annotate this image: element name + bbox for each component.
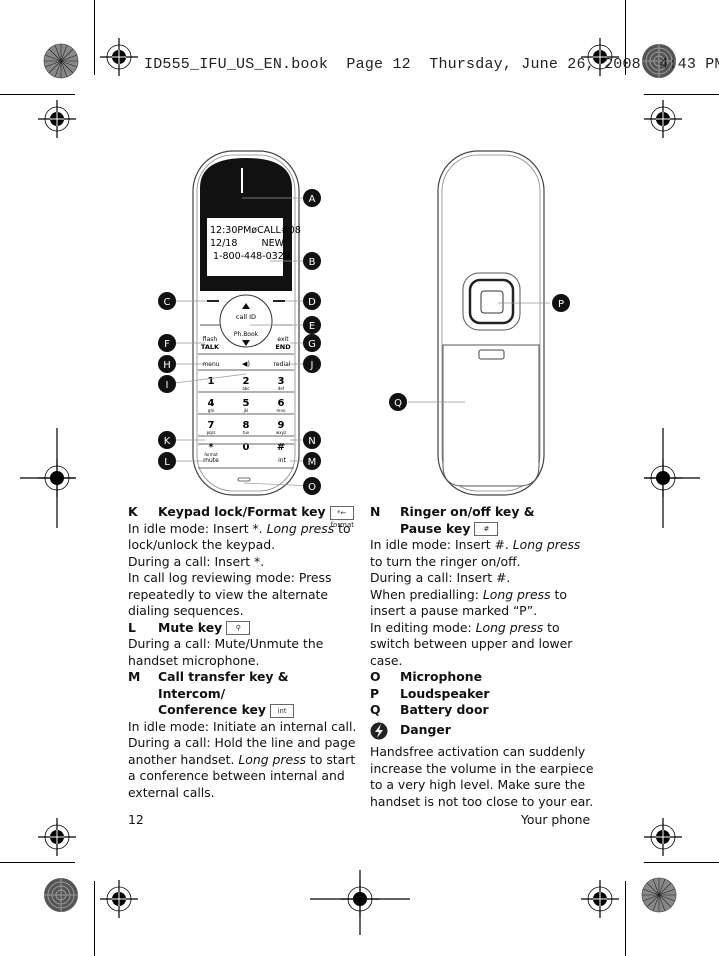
item-n-text-4: In editing mode: Long press to switch be… bbox=[370, 619, 573, 668]
item-o-heading: O Microphone bbox=[370, 669, 482, 684]
ph-book-label: Ph.Book bbox=[234, 331, 259, 338]
end-key: END bbox=[275, 343, 291, 351]
keypad-key-sublabel: abc bbox=[242, 386, 249, 391]
item-k-text-3: In call log reviewing mode: Press repeat… bbox=[128, 570, 332, 618]
lcd-line-3: 1-800-448-0329 bbox=[210, 251, 290, 262]
callout-label: F bbox=[164, 339, 170, 350]
speaker-key: ◀) bbox=[242, 360, 250, 368]
callout-label: O bbox=[308, 482, 316, 493]
item-m-text-2: During a call: Hold the line and page an… bbox=[128, 735, 356, 800]
svg-text:Q: Q bbox=[394, 398, 402, 409]
item-n-heading: N Ringer on/off key & Pause key # bbox=[370, 504, 535, 536]
keypad-key-sublabel: def bbox=[278, 386, 285, 391]
keypad-key-sublabel: pqrs bbox=[207, 430, 216, 435]
svg-text:exit: exit bbox=[277, 336, 289, 343]
color-target bbox=[43, 43, 79, 79]
registration-mark bbox=[643, 817, 683, 857]
keypad-key-sublabel: mno bbox=[277, 408, 286, 413]
handset-back-figure: P Q bbox=[389, 150, 570, 496]
callout-label: M bbox=[308, 457, 317, 468]
page-number: 12 bbox=[128, 812, 144, 827]
section-title: Your phone bbox=[521, 812, 591, 827]
item-q-heading: Q Battery door bbox=[370, 702, 489, 717]
registration-mark bbox=[99, 879, 139, 919]
handset-front-figure: 12:30PMøCALL#08 12/18 NEW 1-800-448-0329… bbox=[158, 150, 321, 496]
battery-door-latch bbox=[478, 349, 505, 360]
callout-label: N bbox=[308, 436, 315, 447]
nav-key bbox=[219, 294, 273, 348]
mute-key-icon: ⚲ bbox=[226, 621, 251, 635]
callout-label: C bbox=[164, 297, 171, 308]
registration-mark bbox=[37, 99, 77, 139]
keypad-key-sublabel: wxyz bbox=[276, 430, 286, 435]
item-n-text-1: In idle mode: Insert #. Long press to tu… bbox=[370, 537, 581, 569]
callout-label: G bbox=[308, 339, 316, 350]
mute-key: mute bbox=[203, 457, 219, 464]
item-m-heading: M Call transfer key & Intercom/Conferenc… bbox=[128, 669, 358, 719]
talk-key: TALK bbox=[201, 343, 220, 351]
color-target bbox=[641, 877, 677, 913]
item-l-heading: L Mute key ⚲ bbox=[128, 620, 358, 637]
int-key-icon: int bbox=[270, 703, 295, 718]
lcd-line-2: 12/18 NEW bbox=[210, 238, 285, 249]
keypad-key-sublabel: ghi bbox=[208, 408, 214, 413]
item-k-heading: K Keypad lock/Format key *← format bbox=[128, 504, 354, 529]
format-key-icon: *← format bbox=[329, 505, 354, 529]
menu-key: menu bbox=[202, 361, 219, 368]
item-k-text-2: During a call: Insert *. bbox=[128, 553, 265, 569]
item-m-text-1: In idle mode: Initiate an internal call. bbox=[128, 718, 357, 734]
keypad-key-1: 1 bbox=[208, 376, 215, 387]
color-target bbox=[43, 877, 79, 913]
callout-label: B bbox=[309, 257, 316, 268]
redial-key: redial bbox=[274, 361, 291, 368]
danger-icon bbox=[370, 722, 400, 745]
registration-mark bbox=[643, 99, 683, 139]
registration-mark bbox=[37, 817, 77, 857]
callout-label: L bbox=[164, 457, 170, 468]
callout-label: H bbox=[163, 360, 171, 371]
item-l-text: During a call: Mute/Unmute the handset m… bbox=[128, 636, 324, 668]
int-key: int bbox=[278, 457, 286, 464]
callout-label: K bbox=[164, 436, 171, 447]
svg-text:flash: flash bbox=[203, 336, 218, 343]
battery-door bbox=[442, 344, 540, 487]
callout-label: E bbox=[309, 321, 315, 332]
callout-label: D bbox=[308, 297, 316, 308]
keypad-key-sublabel: tuv bbox=[243, 430, 250, 435]
callout-label: I bbox=[166, 380, 169, 391]
right-column: N Ringer on/off key & Pause key # In idle … bbox=[370, 504, 595, 810]
keypad-key-sublabel: jkl bbox=[243, 408, 249, 413]
callout-label: A bbox=[309, 194, 316, 205]
registration-marks bbox=[20, 37, 700, 935]
item-n-text-3: When predialling: Long press to insert a… bbox=[370, 586, 567, 619]
item-k-text-1: In idle mode: Insert *. Long press to lo… bbox=[128, 520, 351, 553]
danger-text: Handsfree activation can suddenly increa… bbox=[370, 744, 594, 809]
callout-label: J bbox=[310, 360, 314, 371]
lcd-line-1: 12:30PMøCALL#08 bbox=[210, 225, 301, 236]
call-id-label: call ID bbox=[236, 313, 256, 321]
svg-text:P: P bbox=[558, 299, 564, 310]
registration-mark bbox=[99, 37, 139, 77]
pause-key-icon: # bbox=[474, 522, 499, 536]
registration-mark bbox=[580, 879, 620, 919]
danger-heading: Danger bbox=[370, 722, 595, 745]
item-n-text-2: During a call: Insert #. bbox=[370, 570, 511, 585]
item-p-heading: P Loudspeaker bbox=[370, 685, 490, 701]
left-column: K Keypad lock/Format key *← format In idl… bbox=[128, 504, 358, 801]
print-header: ID555_IFU_US_EN.book Page 12 Thursday, J… bbox=[144, 56, 719, 73]
